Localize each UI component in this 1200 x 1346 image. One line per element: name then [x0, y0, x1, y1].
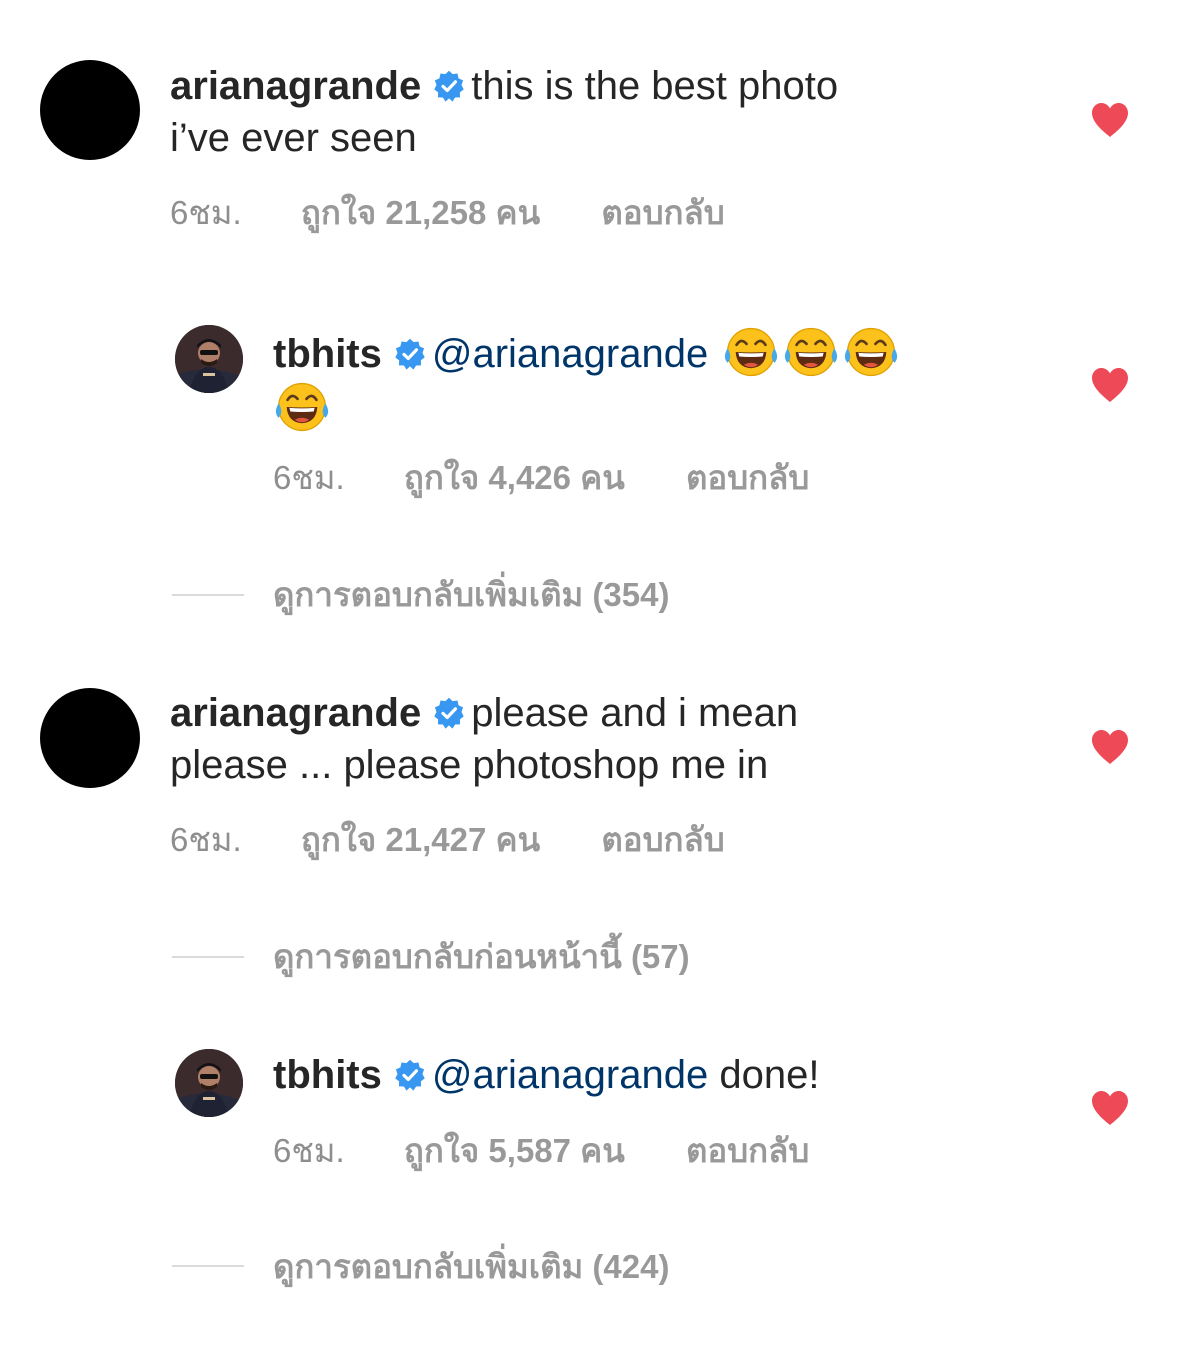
mention-link[interactable]: @arianagrande — [432, 1053, 708, 1097]
view-more-replies-button[interactable]: ดูการตอบกลับเพิ่มเติม (354) — [273, 575, 669, 615]
heart-icon[interactable] — [1090, 102, 1130, 138]
comment-body: this is the best photo — [471, 64, 839, 108]
likes-count[interactable]: ถูกใจ 5,587 คน — [404, 1131, 625, 1171]
verified-badge-icon — [433, 697, 465, 729]
comment-time: 6ชม. — [170, 194, 242, 231]
comment-meta: 6ชม. ถูกใจ 4,426 คน ตอบกลับ — [273, 458, 809, 498]
heart-icon[interactable] — [1090, 729, 1130, 765]
comment-meta: 6ชม. ถูกใจ 21,258 คน ตอบกลับ — [170, 193, 725, 233]
verified-badge-icon — [394, 338, 426, 370]
likes-count[interactable]: ถูกใจ 21,427 คน — [301, 820, 540, 860]
reply-button[interactable]: ตอบกลับ — [686, 1131, 809, 1171]
reply-button[interactable]: ตอบกลับ — [601, 820, 724, 860]
face-with-tears-of-joy-emoji — [275, 380, 329, 434]
divider-line — [172, 1265, 244, 1267]
username[interactable]: arianagrande — [170, 64, 421, 108]
face-with-tears-of-joy-emoji — [724, 325, 778, 379]
comment-body: done! — [719, 1053, 820, 1097]
divider-line — [172, 594, 244, 596]
view-previous-replies-button[interactable]: ดูการตอบกลับก่อนหน้านี้ (57) — [273, 937, 690, 977]
comment-text: arianagrande please and i mean please ...… — [170, 687, 798, 791]
verified-badge-icon — [433, 70, 465, 102]
comment-text: tbhits @arianagrande done! — [273, 1049, 819, 1101]
avatar[interactable] — [175, 325, 243, 393]
divider-line — [172, 956, 244, 958]
reply-button[interactable]: ตอบกลับ — [601, 193, 724, 233]
mention-link[interactable]: @arianagrande — [432, 332, 708, 376]
view-more-replies-button[interactable]: ดูการตอบกลับเพิ่มเติม (424) — [273, 1247, 669, 1287]
heart-icon[interactable] — [1090, 1090, 1130, 1126]
comment-time: 6ชม. — [170, 821, 242, 858]
username[interactable]: arianagrande — [170, 691, 421, 735]
face-with-tears-of-joy-emoji — [844, 325, 898, 379]
username[interactable]: tbhits — [273, 332, 382, 376]
comment-meta: 6ชม. ถูกใจ 5,587 คน ตอบกลับ — [273, 1131, 809, 1171]
comment-text: arianagrande this is the best photo i’ve … — [170, 60, 838, 164]
face-with-tears-of-joy-emoji — [784, 325, 838, 379]
avatar[interactable] — [40, 60, 140, 160]
avatar[interactable] — [40, 688, 140, 788]
comment-body-line2: please ... please photoshop me in — [170, 743, 769, 787]
reply-button[interactable]: ตอบกลับ — [686, 458, 809, 498]
verified-badge-icon — [394, 1059, 426, 1091]
username[interactable]: tbhits — [273, 1053, 382, 1097]
comment-body: please and i mean — [471, 691, 799, 735]
comment-text: tbhits @arianagrande — [273, 325, 898, 435]
avatar[interactable] — [175, 1049, 243, 1117]
likes-count[interactable]: ถูกใจ 21,258 คน — [301, 193, 540, 233]
heart-icon[interactable] — [1090, 367, 1130, 403]
comment-meta: 6ชม. ถูกใจ 21,427 คน ตอบกลับ — [170, 820, 725, 860]
likes-count[interactable]: ถูกใจ 4,426 คน — [404, 458, 625, 498]
comment-body-line2: i’ve ever seen — [170, 116, 417, 160]
comment-time: 6ชม. — [273, 1132, 345, 1169]
comment-time: 6ชม. — [273, 459, 345, 496]
